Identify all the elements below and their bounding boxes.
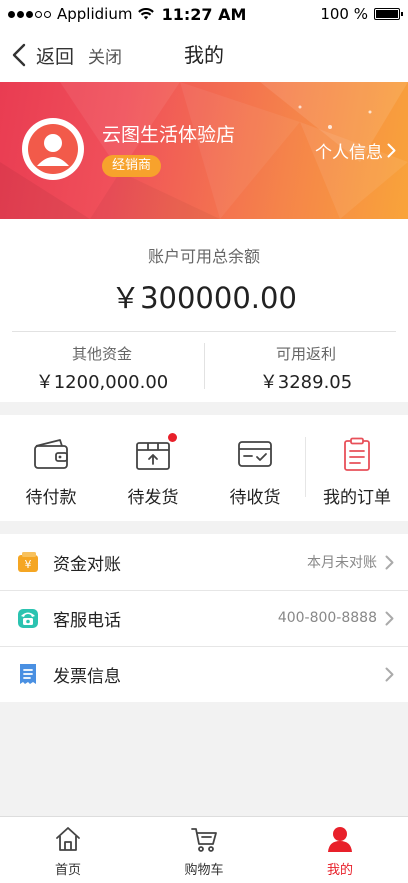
divider <box>12 331 396 332</box>
tab-me[interactable]: 我的 <box>272 817 408 883</box>
phone-icon <box>18 609 38 628</box>
order-pending-receipt[interactable]: 待收货 <box>204 415 306 521</box>
balance-label: 账户可用总余额 <box>147 247 260 266</box>
settings-list: ¥ 资金对账 本月未对账 客服电话 400-800-8888 发票信息 <box>0 534 408 702</box>
status-bar: Applidium 11:27 AM 100 % <box>0 0 408 28</box>
list-item-invoice-info[interactable]: 发票信息 <box>0 646 408 702</box>
status-time: 11:27 AM <box>161 4 247 24</box>
status-left: Applidium <box>8 5 158 23</box>
status-right: 100 % <box>250 5 403 23</box>
card-check-icon <box>238 441 272 467</box>
chevron-right-icon <box>385 555 394 569</box>
profile-info-link[interactable]: 个人信息 <box>315 138 396 163</box>
tab-home[interactable]: 首页 <box>0 817 136 883</box>
order-label: 待付款 <box>25 488 77 508</box>
avatar[interactable] <box>22 118 84 180</box>
chevron-right-icon <box>387 143 396 158</box>
wallet-icon <box>34 439 68 469</box>
svg-text:¥: ¥ <box>25 558 32 571</box>
list-item-label: 发票信息 <box>53 666 121 687</box>
chevron-right-icon <box>385 667 394 681</box>
close-button[interactable]: 关闭 <box>88 43 122 68</box>
tab-cart[interactable]: 购物车 <box>136 817 272 883</box>
yuan-wallet-icon: ¥ <box>18 552 38 572</box>
order-pending-payment[interactable]: 待付款 <box>0 415 102 521</box>
battery-icon <box>374 8 403 20</box>
signal-strength-icon <box>8 10 51 18</box>
shop-name: 云图生活体验店 <box>102 124 236 146</box>
nav-bar: 返回 关闭 我的 <box>0 28 408 82</box>
profile-banner: 云图生活体验店 经销商 个人信息 <box>0 82 408 219</box>
notification-badge <box>168 433 177 442</box>
wifi-icon <box>138 8 155 20</box>
available-rebate[interactable]: 可用返利 ￥3289.05 <box>204 343 408 394</box>
my-orders[interactable]: 我的订单 <box>306 415 408 521</box>
invoice-icon <box>20 664 36 684</box>
tab-label: 首页 <box>54 863 81 878</box>
back-label: 返回 <box>36 45 75 68</box>
user-icon <box>328 827 352 852</box>
profile-link-label: 个人信息 <box>315 143 383 163</box>
chevron-left-icon <box>12 43 26 67</box>
list-item-fund-reconciliation[interactable]: ¥ 资金对账 本月未对账 <box>0 534 408 590</box>
home-icon <box>56 827 80 851</box>
balance-card: 账户可用总余额 ￥300000.00 其他资金 ￥1200,000.00 可用返… <box>0 219 408 402</box>
list-item-customer-service[interactable]: 客服电话 400-800-8888 <box>0 590 408 646</box>
back-button[interactable]: 返回 <box>0 28 74 82</box>
order-label: 待收货 <box>229 488 281 508</box>
list-item-label: 客服电话 <box>53 610 121 631</box>
list-item-value: 400-800-8888 <box>277 610 377 626</box>
chevron-right-icon <box>385 611 394 625</box>
clipboard-icon <box>344 437 370 471</box>
list-item-value: 本月未对账 <box>307 555 377 571</box>
package-icon <box>136 442 170 470</box>
carrier-name: Applidium <box>57 5 133 23</box>
order-label: 待发货 <box>127 488 179 508</box>
list-item-label: 资金对账 <box>53 554 121 575</box>
order-status-row: 待付款 待发货 待收货 我的订单 <box>0 415 408 521</box>
rebate-value: ￥3289.05 <box>259 372 353 393</box>
other-funds[interactable]: 其他资金 ￥1200,000.00 <box>0 343 204 394</box>
tab-label: 购物车 <box>184 863 224 878</box>
role-badge: 经销商 <box>102 155 162 177</box>
cart-icon <box>191 828 217 852</box>
other-funds-label: 其他资金 <box>71 345 132 363</box>
divider <box>305 437 306 497</box>
rebate-label: 可用返利 <box>275 345 336 363</box>
other-funds-value: ￥1200,000.00 <box>35 372 169 393</box>
battery-percent: 100 % <box>320 5 368 23</box>
order-label: 我的订单 <box>323 488 391 508</box>
user-silhouette-icon <box>28 124 78 174</box>
balance-amount: ￥300000.00 <box>111 281 297 315</box>
tab-bar: 首页 购物车 我的 <box>0 816 408 883</box>
tab-label: 我的 <box>326 863 353 878</box>
order-pending-shipment[interactable]: 待发货 <box>102 415 204 521</box>
